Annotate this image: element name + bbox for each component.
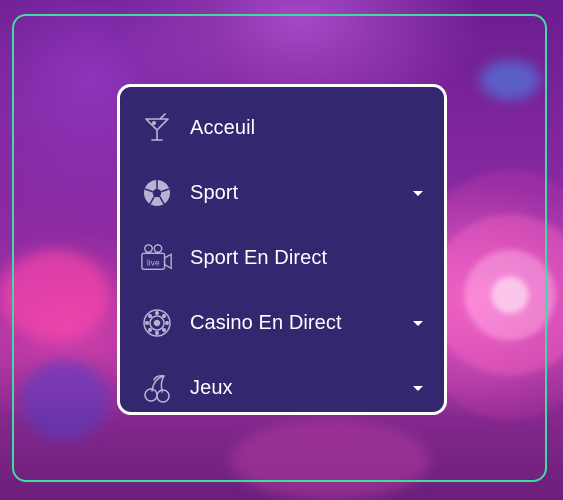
menu-item-jeux[interactable]: Jeux [120,357,444,412]
chevron-down-icon[interactable] [413,320,423,326]
navigation-menu: Acceuil Sport live Sport En Direct Casin… [117,84,447,415]
menu-item-label: Sport En Direct [190,246,328,269]
menu-item-sport-en-direct[interactable]: live Sport En Direct [120,227,444,289]
menu-item-label: Casino En Direct [190,311,342,334]
cocktail-icon [140,111,174,145]
menu-item-label: Jeux [190,376,233,399]
cherries-icon [140,371,174,405]
menu-item-casino-en-direct[interactable]: Casino En Direct [120,292,444,354]
casino-chip-icon [140,306,174,340]
chevron-down-icon[interactable] [413,385,423,391]
menu-item-sport[interactable]: Sport [120,162,444,224]
menu-item-label: Acceuil [190,116,256,139]
svg-text:live: live [147,258,160,268]
live-camera-icon: live [140,241,174,275]
menu-item-acceuil[interactable]: Acceuil [120,97,444,159]
soccer-ball-icon [140,176,174,210]
chevron-down-icon[interactable] [413,190,423,196]
menu-item-label: Sport [190,181,239,204]
